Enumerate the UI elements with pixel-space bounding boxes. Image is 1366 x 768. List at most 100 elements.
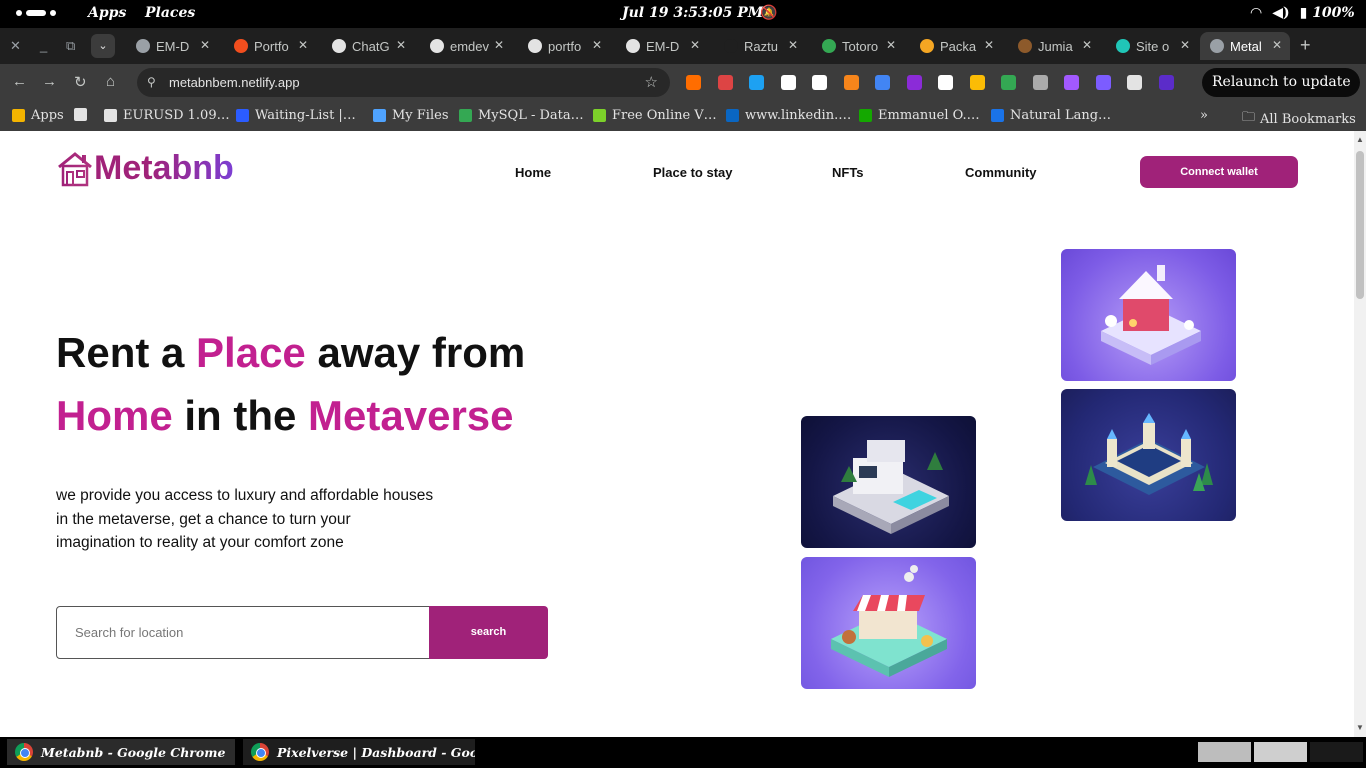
globe-icon: [1210, 39, 1224, 53]
address-bar[interactable]: ⚲ metabnbem.netlify.app ☆: [137, 68, 670, 97]
bookmark-item[interactable]: Waiting-List |…: [236, 108, 356, 123]
extension-icon[interactable]: [969, 75, 985, 90]
url-text[interactable]: metabnbem.netlify.app: [169, 75, 300, 90]
close-window-icon[interactable]: ✕: [10, 38, 21, 54]
hero-accent-text: Place: [196, 329, 306, 376]
scrollbar-thumb[interactable]: [1356, 151, 1364, 299]
location-search-input[interactable]: [57, 607, 429, 658]
extension-icon[interactable]: [812, 75, 827, 90]
search-button[interactable]: search: [429, 606, 548, 659]
close-tab-icon[interactable]: ✕: [592, 38, 602, 52]
bookmark-item[interactable]: EURUSD 1.09…: [104, 108, 230, 123]
tab-search-chevron-icon[interactable]: ⌄: [91, 34, 115, 58]
browser-tab[interactable]: Totoro ✕: [812, 32, 904, 60]
home-icon[interactable]: ⌂: [106, 73, 115, 90]
bookmark-item[interactable]: www.linkedin.…: [726, 108, 851, 123]
scroll-down-icon[interactable]: ▼: [1356, 723, 1364, 732]
taskbar-window-metabnb[interactable]: Metabnb - Google Chrome: [7, 739, 235, 765]
site-logo[interactable]: Metabnb: [56, 149, 234, 188]
hero-accent-text: Metaverse: [308, 392, 514, 439]
browser-tab[interactable]: Portfo ✕: [224, 32, 316, 60]
extension-icon[interactable]: [749, 75, 764, 90]
workspace-1[interactable]: [1198, 742, 1251, 762]
extension-icon[interactable]: [717, 75, 733, 90]
notifications-muted-icon[interactable]: 🔕: [760, 5, 777, 21]
close-tab-icon[interactable]: ✕: [200, 38, 210, 52]
browser-tab[interactable]: ChatG ✕: [322, 32, 414, 60]
bookmark-item[interactable]: My Files: [373, 108, 449, 123]
description-line: imagination to reality at your comfort z…: [56, 534, 344, 551]
browser-tab[interactable]: Site o ✕: [1106, 32, 1198, 60]
close-tab-icon[interactable]: ✕: [1082, 38, 1092, 52]
extension-icon[interactable]: [1064, 75, 1079, 90]
extension-icon[interactable]: [1032, 75, 1048, 90]
extension-icon[interactable]: [780, 75, 796, 90]
clock[interactable]: Jul 19 3:53:05 PM: [622, 5, 763, 21]
extension-icon[interactable]: [686, 75, 701, 90]
taskbar-window-pixelverse[interactable]: Pixelverse | Dashboard - Goo…: [243, 739, 475, 765]
tab-title: ChatG: [352, 38, 390, 54]
nav-nfts[interactable]: NFTs: [832, 165, 864, 180]
extension-icon[interactable]: [1158, 75, 1174, 90]
close-tab-icon[interactable]: ✕: [788, 38, 798, 52]
close-tab-icon[interactable]: ✕: [690, 38, 700, 52]
bookmark-item[interactable]: Emmanuel O.…: [859, 108, 980, 123]
nft-tile-market-stall[interactable]: [801, 557, 976, 689]
apps-menu[interactable]: Apps: [88, 5, 126, 21]
bookmark-item[interactable]: Apps: [12, 108, 64, 123]
back-arrow-icon[interactable]: ←: [12, 73, 27, 90]
workspace-3[interactable]: [1310, 742, 1363, 762]
bookmark-item[interactable]: MySQL - Data…: [459, 108, 584, 123]
browser-tab[interactable]: EM-D ✕: [616, 32, 708, 60]
new-tab-plus-icon[interactable]: +: [1300, 35, 1311, 56]
close-tab-icon[interactable]: ✕: [886, 38, 896, 52]
relaunch-button[interactable]: Relaunch to update ⋮: [1202, 68, 1360, 119]
browser-tab[interactable]: EM-D ✕: [126, 32, 218, 60]
browser-tab[interactable]: portfo ✕: [518, 32, 610, 60]
nav-community[interactable]: Community: [965, 165, 1037, 180]
browser-tab[interactable]: Raztu ✕: [714, 32, 806, 60]
page-scrollbar[interactable]: ▲ ▼: [1354, 131, 1366, 737]
restore-window-icon[interactable]: ⧉: [66, 38, 75, 54]
extension-icon[interactable]: [875, 75, 890, 90]
close-tab-icon[interactable]: ✕: [396, 38, 406, 52]
system-tray[interactable]: ◠ ◀) ▮ 100%: [1250, 5, 1355, 21]
extension-icon[interactable]: [938, 75, 953, 90]
scroll-up-icon[interactable]: ▲: [1356, 135, 1364, 144]
extension-icon[interactable]: [843, 75, 859, 90]
nav-home[interactable]: Home: [515, 165, 551, 180]
minimize-window-icon[interactable]: _: [40, 38, 47, 53]
close-tab-icon[interactable]: ✕: [1180, 38, 1190, 52]
bookmark-item[interactable]: Natural Lang…: [991, 108, 1111, 123]
close-tab-icon[interactable]: ✕: [494, 38, 504, 52]
activities-indicator[interactable]: [16, 10, 56, 16]
snow-house-image: [1101, 265, 1201, 365]
site-info-icon[interactable]: ⚲: [147, 75, 156, 89]
reload-icon[interactable]: ↻: [74, 73, 87, 91]
close-tab-icon[interactable]: ✕: [1272, 38, 1282, 52]
bookmarks-overflow-icon[interactable]: »: [1200, 108, 1208, 123]
all-bookmarks[interactable]: 🗀 All Bookmarks: [1242, 108, 1356, 130]
browser-tab[interactable]: Jumia ✕: [1008, 32, 1100, 60]
bookmark-item[interactable]: Free Online V…: [593, 108, 717, 123]
places-menu[interactable]: Places: [145, 5, 195, 21]
connect-wallet-button[interactable]: Connect wallet: [1140, 156, 1298, 188]
workspace-2[interactable]: [1254, 742, 1307, 762]
extension-icon[interactable]: [1095, 75, 1111, 90]
bookmark-item[interactable]: [74, 108, 93, 121]
nav-place-to-stay[interactable]: Place to stay: [653, 165, 733, 180]
close-tab-icon[interactable]: ✕: [298, 38, 308, 52]
close-tab-icon[interactable]: ✕: [984, 38, 994, 52]
house-logo-icon: [58, 151, 92, 186]
nft-tile-castle[interactable]: [1061, 389, 1236, 521]
extension-icon[interactable]: [1127, 75, 1142, 90]
extension-icon[interactable]: [1001, 75, 1016, 90]
bookmark-star-icon[interactable]: ☆: [645, 73, 658, 91]
extension-icon[interactable]: [906, 75, 922, 90]
browser-tab[interactable]: Metal ✕: [1200, 32, 1290, 60]
nft-tile-modern-villa[interactable]: [801, 416, 976, 548]
forward-arrow-icon[interactable]: →: [42, 73, 57, 90]
browser-tab[interactable]: emdev ✕: [420, 32, 512, 60]
browser-tab[interactable]: Packa ✕: [910, 32, 1002, 60]
nft-tile-snow-house[interactable]: [1061, 249, 1236, 381]
